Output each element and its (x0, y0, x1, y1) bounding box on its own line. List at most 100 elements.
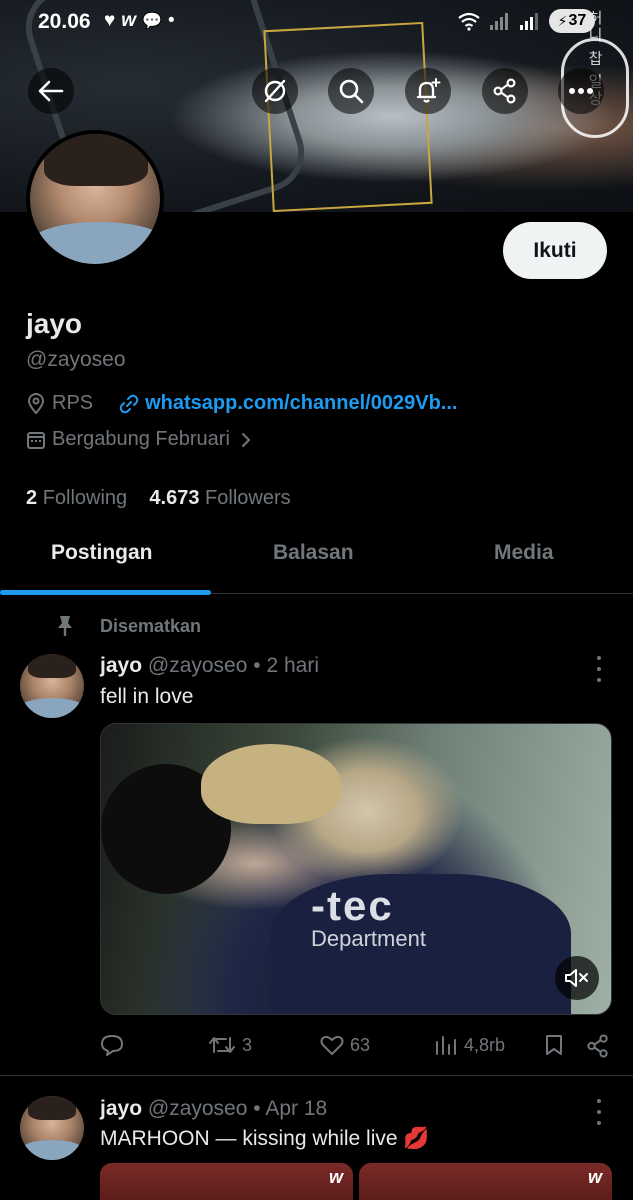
profile-avatar[interactable] (26, 130, 164, 268)
more-notifications-dot: • (167, 10, 175, 31)
heart-icon: ♥ (104, 10, 116, 31)
media-thumbnail[interactable]: w (359, 1163, 612, 1200)
battery-charging-icon: ⚡ (557, 12, 568, 29)
more-options-button[interactable] (558, 68, 604, 114)
bookmark-icon (546, 1035, 562, 1055)
pinned-label-row: Disematkan (54, 614, 201, 638)
signal-icon-2 (520, 13, 538, 30)
chat-icon: 💬 (142, 13, 162, 30)
followers-link[interactable]: 4.673 Followers (149, 487, 290, 509)
grok-button[interactable] (252, 68, 298, 114)
tweet-author-name[interactable]: jayo (100, 654, 142, 677)
tab-posts[interactable]: Postingan (51, 541, 153, 565)
signal-icon (490, 13, 508, 30)
tweet-timestamp[interactable]: 2 hari (266, 654, 319, 677)
bell-plus-icon (416, 78, 441, 103)
profile-joined-row[interactable]: Bergabung Februari (26, 428, 258, 451)
link-icon (119, 394, 139, 414)
retweet-icon (209, 1037, 235, 1053)
tweet-separator: • (253, 654, 261, 677)
arrow-left-icon (38, 80, 64, 102)
tweet-timestamp[interactable]: Apr 18 (265, 1097, 327, 1120)
battery-level: 37 (568, 12, 587, 29)
avatar-hair (44, 134, 148, 186)
tweet-more-button[interactable] (590, 1099, 608, 1125)
views-count: 4,8rb (464, 1034, 506, 1055)
media-thumbnail[interactable]: w (100, 1163, 353, 1200)
avatar-shirt (30, 222, 160, 264)
tweet-header: jayo @zayoseo • 2 hari (100, 654, 319, 678)
profile-tabs: Postingan Balasan Media (0, 528, 633, 595)
tab-media[interactable]: Media (494, 541, 554, 565)
notify-button[interactable] (405, 68, 451, 114)
reply-icon (101, 1035, 123, 1056)
tweet-video[interactable]: -tec Department (100, 723, 612, 1015)
more-horizontal-icon (569, 88, 593, 94)
tweet-text: fell in love (100, 685, 194, 708)
like-button[interactable]: 63 (320, 1034, 370, 1056)
profile-handle: @zayoseo (26, 348, 126, 371)
views-chart-icon (436, 1036, 456, 1055)
active-tab-indicator (0, 590, 211, 595)
app-w-icon: w (121, 10, 137, 31)
follow-counts: 2 Following 4.673 Followers (26, 487, 291, 510)
search-icon (339, 79, 364, 104)
tweet-author-name[interactable]: jayo (100, 1097, 142, 1120)
avatar-hair (28, 1096, 76, 1120)
watermark-w-icon: w (328, 1167, 343, 1187)
tweet-author-handle[interactable]: @zayoseo (148, 654, 248, 677)
following-count: 2 (26, 487, 38, 509)
tweet-share-button[interactable] (586, 1034, 610, 1058)
pinned-label: Disematkan (100, 615, 202, 636)
tweet-avatar[interactable] (20, 1096, 84, 1160)
tweet-separator: • (253, 1097, 261, 1120)
tweet-more-button[interactable] (590, 656, 608, 682)
search-button[interactable] (328, 68, 374, 114)
share-button[interactable] (482, 68, 528, 114)
tweet-header: jayo @zayoseo • Apr 18 (100, 1097, 327, 1121)
retweet-button[interactable]: 3 (208, 1034, 252, 1056)
bookmark-button[interactable] (544, 1034, 564, 1056)
speaker-muted-icon (565, 969, 588, 987)
video-shirt-text-2: Department (311, 926, 426, 951)
status-notification-icons: ♥ w 💬 • (104, 10, 175, 32)
avatar-shirt (20, 698, 84, 718)
share-icon (587, 1034, 608, 1058)
location-pin-icon (26, 392, 46, 415)
mute-button[interactable] (555, 956, 599, 1000)
profile-meta-location-link: RPS whatsapp.com/channel/0029Vb... (26, 392, 457, 415)
status-time: 20.06 (38, 10, 91, 33)
back-button[interactable] (28, 68, 74, 114)
battery-indicator: ⚡ 37 (549, 9, 595, 33)
profile-joined-date: Bergabung Februari (52, 428, 230, 450)
banner-photo-frame (263, 21, 433, 212)
calendar-icon (26, 430, 46, 450)
followers-label: Followers (205, 487, 291, 509)
following-label: Following (42, 487, 128, 509)
heart-icon (320, 1035, 344, 1055)
share-icon (493, 78, 516, 104)
pin-icon (58, 616, 72, 636)
status-right-icons: ⚡ 37 (457, 9, 595, 33)
status-bar: 20.06 ♥ w 💬 • ⚡ 37 (0, 0, 633, 44)
tweet-avatar[interactable] (20, 654, 84, 718)
followers-count: 4.673 (149, 487, 200, 509)
views-button[interactable]: 4,8rb (434, 1034, 505, 1056)
chevron-right-icon (240, 431, 252, 449)
tweet-divider (0, 1075, 633, 1076)
profile-name: jayo (26, 308, 83, 339)
watermark-w-icon: w (587, 1167, 602, 1187)
following-link[interactable]: 2 Following (26, 487, 127, 509)
tab-replies[interactable]: Balasan (273, 541, 354, 565)
tweet-actions: 3 63 4,8rb (100, 1034, 612, 1064)
reply-button[interactable] (100, 1034, 124, 1056)
profile-website-link[interactable]: whatsapp.com/channel/0029Vb... (145, 392, 457, 415)
video-figure-right (201, 744, 341, 824)
grok-icon (264, 79, 286, 103)
profile-location: RPS (52, 392, 94, 414)
video-shirt-text: -tec (311, 882, 394, 929)
tweet-author-handle[interactable]: @zayoseo (148, 1097, 248, 1120)
follow-button[interactable]: Ikuti (503, 222, 607, 279)
wifi-icon (458, 12, 480, 31)
like-count: 63 (350, 1034, 371, 1055)
